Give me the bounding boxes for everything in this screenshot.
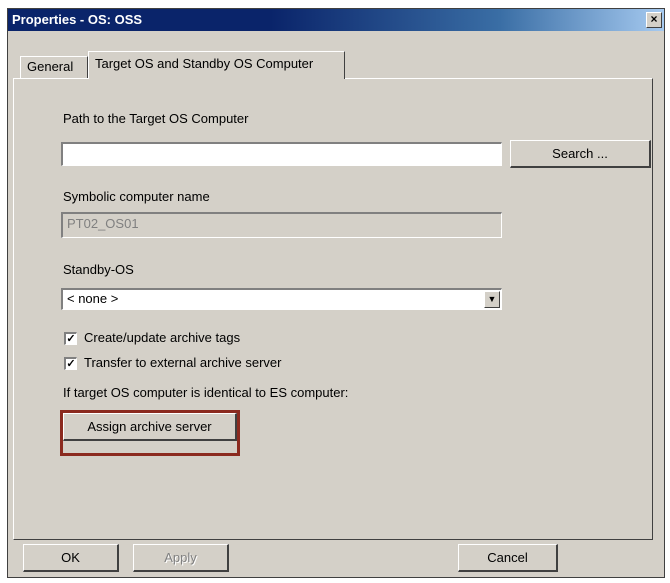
close-icon[interactable]: ×: [646, 12, 662, 28]
symbolic-name-label: Symbolic computer name: [63, 189, 210, 204]
chevron-down-icon[interactable]: ▼: [484, 291, 500, 308]
highlight-box: [60, 410, 240, 456]
symbolic-name-field: PT02_OS01: [61, 212, 502, 238]
transfer-archive-server-checkbox[interactable]: ✓: [64, 357, 77, 370]
tab-general[interactable]: General: [20, 56, 88, 78]
dialog-title: Properties - OS: OSS: [12, 12, 143, 27]
apply-button[interactable]: Apply: [133, 544, 229, 572]
path-input[interactable]: [61, 142, 502, 166]
standby-os-select[interactable]: < none > ▼: [61, 288, 502, 310]
create-archive-tags-label: Create/update archive tags: [84, 330, 241, 345]
search-button[interactable]: Search ...: [510, 140, 651, 168]
standby-os-value: < none >: [67, 291, 119, 306]
ok-button[interactable]: OK: [23, 544, 119, 572]
title-bar[interactable]: Properties - OS: OSS ×: [8, 9, 664, 31]
tab-target-os[interactable]: Target OS and Standby OS Computer: [88, 51, 345, 79]
transfer-archive-server-label: Transfer to external archive server: [84, 355, 282, 370]
path-label: Path to the Target OS Computer: [63, 111, 249, 126]
cancel-button[interactable]: Cancel: [458, 544, 558, 572]
standby-os-label: Standby-OS: [63, 262, 134, 277]
info-text: If target OS computer is identical to ES…: [63, 385, 349, 400]
properties-dialog: Properties - OS: OSS × General Target OS…: [7, 8, 665, 578]
create-archive-tags-checkbox[interactable]: ✓: [64, 332, 77, 345]
